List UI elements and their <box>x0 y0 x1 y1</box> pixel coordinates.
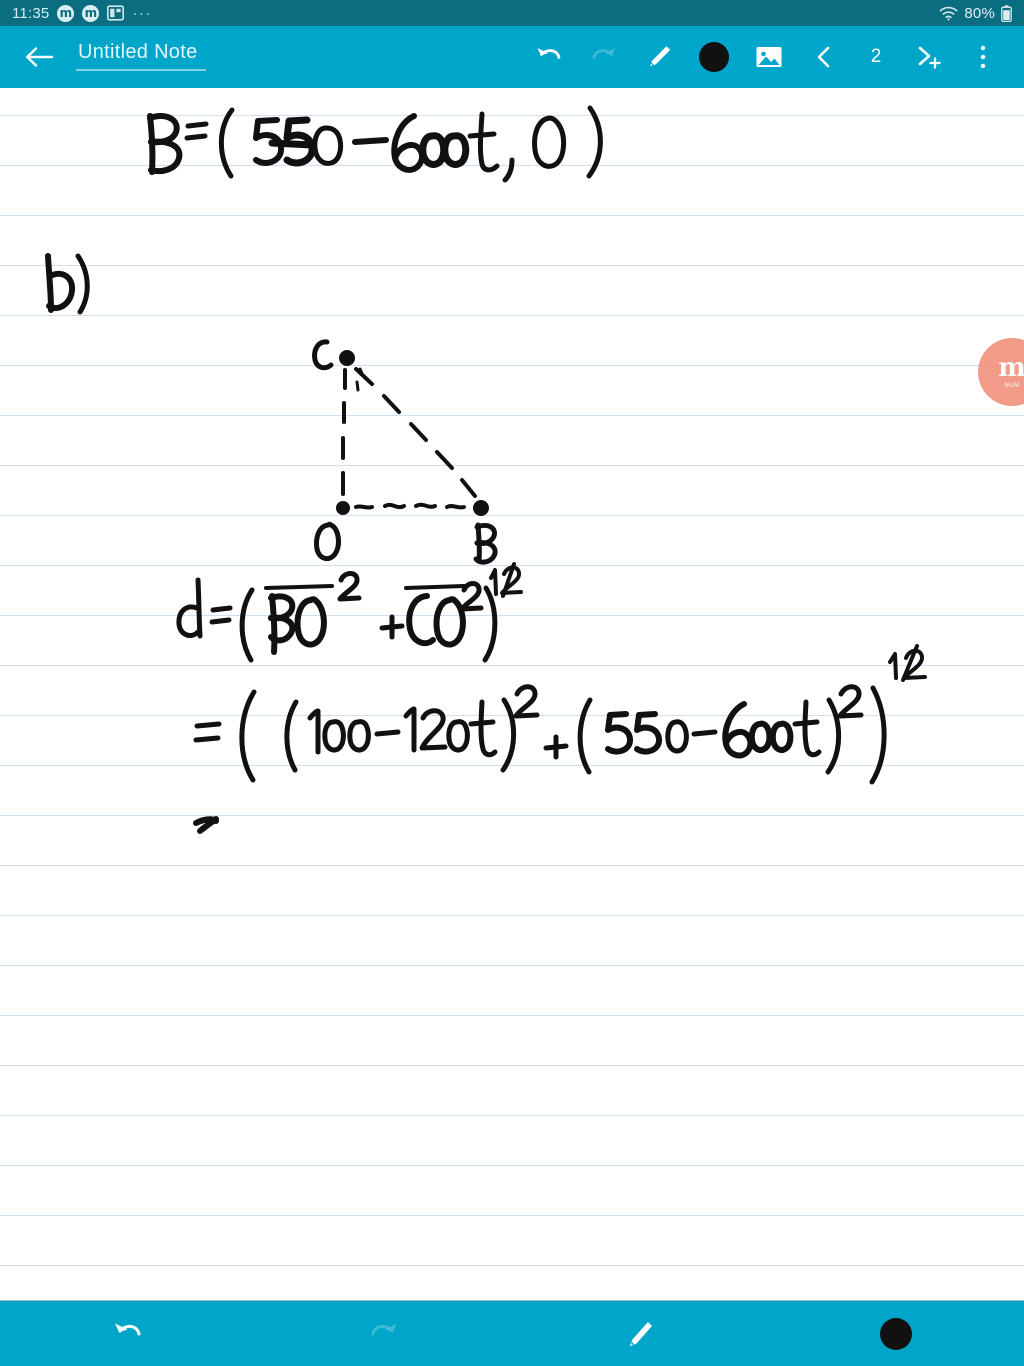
undo-icon <box>115 1323 141 1335</box>
ruled-line <box>0 865 1024 866</box>
note-app-screen: 11:35 m m ··· 80% Untitled Note 2 m NUM <box>0 0 1024 1366</box>
ruled-line <box>0 1165 1024 1166</box>
image-button[interactable] <box>744 32 794 82</box>
ruled-lines <box>0 88 1024 1300</box>
pen-button[interactable] <box>634 32 684 82</box>
ruled-line <box>0 965 1024 966</box>
battery-percent-label: 80% <box>964 4 995 22</box>
redo-button[interactable] <box>579 32 629 82</box>
redo-button-bottom[interactable] <box>256 1301 512 1366</box>
filled-circle-icon <box>699 42 729 72</box>
ruled-line <box>0 1265 1024 1266</box>
ruled-line <box>0 1015 1024 1016</box>
watermark-subtext: NUM <box>1004 383 1020 389</box>
pen-button-bottom[interactable] <box>512 1301 768 1366</box>
note-title-field[interactable]: Untitled Note <box>76 41 206 74</box>
m-badge-icon: m <box>57 4 75 22</box>
m-badge-icon-label: m <box>57 4 75 22</box>
status-bar: 11:35 m m ··· 80% <box>0 0 1024 26</box>
ruled-line <box>0 1065 1024 1066</box>
ruled-line <box>0 1215 1024 1216</box>
undo-button[interactable] <box>524 32 574 82</box>
status-bar-right: 80% <box>939 5 1012 22</box>
app-bar-actions: 2 <box>524 32 1008 82</box>
watermark-mark: m <box>998 353 1024 383</box>
pencil-icon <box>650 46 671 67</box>
back-button[interactable] <box>16 34 62 80</box>
overflow-button[interactable] <box>958 32 1008 82</box>
ruled-line <box>0 715 1024 716</box>
add-page-button[interactable] <box>903 32 953 82</box>
ruled-line <box>0 165 1024 166</box>
ruled-line <box>0 515 1024 516</box>
m-badge-icon-2-label: m <box>82 4 100 22</box>
ruled-line <box>0 615 1024 616</box>
chevron-right-plus-icon <box>918 46 941 69</box>
redo-icon <box>371 1323 397 1335</box>
filled-circle-icon <box>880 1317 912 1350</box>
ruled-line <box>0 765 1024 766</box>
status-clock: 11:35 <box>12 4 50 22</box>
ruled-line <box>0 1115 1024 1116</box>
ruled-line <box>0 315 1024 316</box>
wifi-icon <box>939 6 958 21</box>
ruled-line <box>0 415 1024 416</box>
ruled-line <box>0 665 1024 666</box>
color-button-bottom[interactable] <box>768 1301 1024 1366</box>
ruled-line <box>0 565 1024 566</box>
prev-page-button[interactable] <box>799 32 849 82</box>
more-vertical-icon <box>980 45 986 69</box>
app-bar: Untitled Note 2 <box>0 26 1024 88</box>
undo-icon <box>537 48 561 59</box>
pencil-icon <box>630 1321 652 1346</box>
ruled-line <box>0 815 1024 816</box>
image-icon <box>756 47 782 67</box>
note-canvas[interactable]: m NUM <box>0 88 1024 1300</box>
m-badge-icon-2: m <box>82 4 100 22</box>
color-button[interactable] <box>689 32 739 82</box>
ruled-line <box>0 465 1024 466</box>
arrow-left-icon <box>26 47 54 67</box>
ruled-line <box>0 215 1024 216</box>
ruled-line <box>0 365 1024 366</box>
page-number-label[interactable]: 2 <box>854 46 898 68</box>
ruled-line <box>0 915 1024 916</box>
status-more-dots-icon: ··· <box>132 4 152 22</box>
chevron-left-icon <box>817 46 830 68</box>
battery-icon <box>1001 4 1012 22</box>
ruled-line <box>0 265 1024 266</box>
bottom-toolbar <box>0 1300 1024 1366</box>
split-screen-icon <box>107 5 125 21</box>
note-title-text[interactable]: Untitled Note <box>76 41 206 71</box>
status-bar-left: 11:35 m m ··· <box>12 4 152 22</box>
undo-button-bottom[interactable] <box>0 1301 256 1366</box>
ruled-line <box>0 115 1024 116</box>
redo-icon <box>592 48 616 59</box>
